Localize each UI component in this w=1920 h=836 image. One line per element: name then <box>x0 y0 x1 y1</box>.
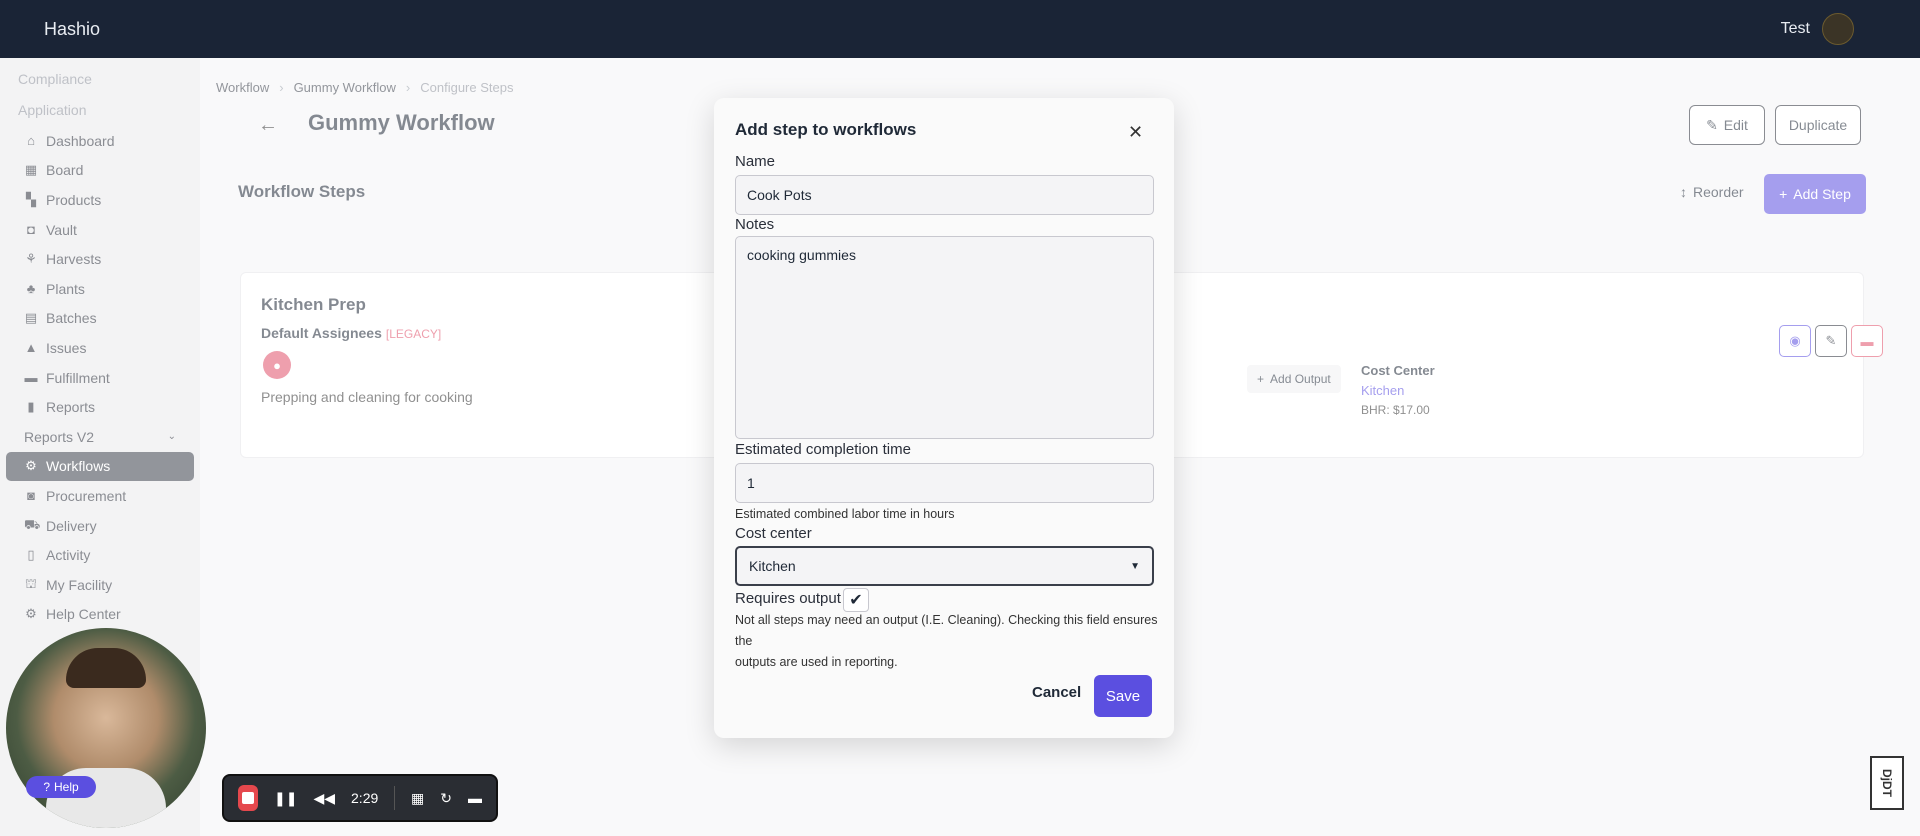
corner-widget-icon[interactable]: DjDT <box>1870 756 1904 810</box>
top-bar: Hashio Test <box>0 0 1920 58</box>
ect-label: Estimated completion time <box>735 441 911 458</box>
pause-icon[interactable]: ❚❚ <box>274 790 297 807</box>
notes-label: Notes <box>735 216 775 233</box>
name-label: Name <box>735 153 776 170</box>
rewind-icon[interactable]: ◀◀ <box>313 790 335 807</box>
help-button[interactable]: ? Help <box>26 776 96 798</box>
help-icon: ? <box>43 780 50 794</box>
recording-toolbar: ❚❚ ◀◀ 2:29 ▦ ↻ ▬ <box>222 774 498 822</box>
cancel-button[interactable]: Cancel <box>1032 684 1081 701</box>
restart-icon[interactable]: ↻ <box>440 790 452 807</box>
user-menu[interactable]: Test <box>1781 13 1854 45</box>
recording-time: 2:29 <box>351 790 379 806</box>
requires-output-label: Requires output <box>735 590 841 607</box>
stop-recording-button[interactable] <box>238 785 258 811</box>
cost-center-selected: Kitchen <box>749 558 796 574</box>
avatar[interactable] <box>1822 13 1854 45</box>
requires-output-hint-line1: Not all steps may need an output (I.E. C… <box>735 613 1158 648</box>
stop-icon <box>242 792 254 804</box>
cost-center-label: Cost center <box>735 525 812 542</box>
grid-icon[interactable]: ▦ <box>411 790 424 807</box>
trash-icon[interactable]: ▬ <box>468 790 482 806</box>
check-icon: ✔ <box>849 592 863 609</box>
divider <box>394 786 396 810</box>
cost-center-select[interactable]: Kitchen ▼ <box>735 546 1154 586</box>
caret-down-icon: ▼ <box>1130 560 1140 572</box>
user-name[interactable]: Test <box>1781 20 1810 38</box>
requires-output-checkbox[interactable]: ✔ <box>843 588 869 612</box>
requires-output-hint-line2: outputs are used in reporting. <box>735 655 898 669</box>
webcam-hair <box>66 648 146 688</box>
brand-logo[interactable]: Hashio <box>44 19 100 40</box>
name-input[interactable]: Cook Pots <box>735 175 1154 215</box>
save-button[interactable]: Save <box>1094 675 1152 717</box>
notes-textarea[interactable]: cooking gummies <box>735 236 1154 439</box>
requires-output-hint: Not all steps may need an output (I.E. C… <box>735 610 1174 673</box>
webcam-overlay <box>6 628 206 828</box>
ect-input[interactable]: 1 <box>735 463 1154 503</box>
modal-title: Add step to workflows <box>735 120 917 139</box>
help-label: Help <box>54 780 79 794</box>
close-icon[interactable]: ✕ <box>1128 122 1143 143</box>
ect-hint: Estimated combined labor time in hours <box>735 507 955 521</box>
add-step-modal: Add step to workflows ✕ Name Cook Pots N… <box>714 98 1174 738</box>
